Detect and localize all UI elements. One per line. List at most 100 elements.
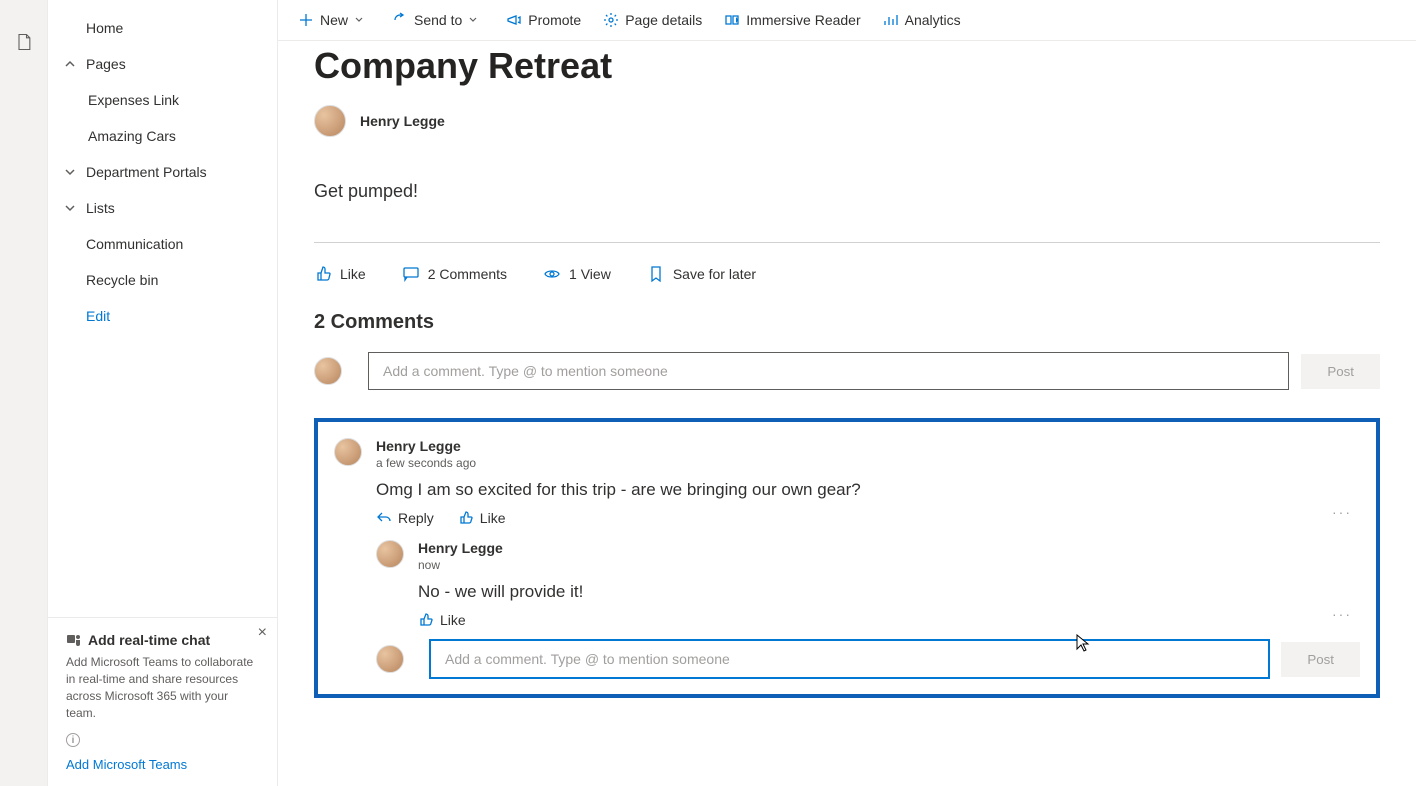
document-icon[interactable] <box>14 8 34 786</box>
nav-recycle-label: Recycle bin <box>86 272 158 288</box>
nav-edit[interactable]: Edit <box>48 298 277 334</box>
comment-text: No - we will provide it! <box>418 582 1360 602</box>
new-button[interactable]: New <box>288 6 380 34</box>
like-label: Like <box>440 612 466 628</box>
nav-sub-label: Amazing Cars <box>88 128 176 144</box>
comment-time: a few seconds ago <box>376 456 1360 470</box>
views-label: 1 View <box>569 266 611 282</box>
nav-home[interactable]: Home <box>48 10 277 46</box>
promote-button[interactable]: Promote <box>496 6 591 34</box>
chevron-down-icon <box>64 202 76 214</box>
page-stats-row: Like 2 Comments 1 View Save for later <box>314 265 1380 283</box>
promo-body: Add Microsoft Teams to collaborate in re… <box>66 654 259 721</box>
analytics-icon <box>883 12 899 28</box>
comments-count[interactable]: 2 Comments <box>402 265 507 283</box>
comments-thread-highlighted: Henry Legge a few seconds ago Omg I am s… <box>314 418 1380 698</box>
comment-time: now <box>418 558 1360 572</box>
comments-label: 2 Comments <box>428 266 507 282</box>
comment-input[interactable] <box>368 352 1289 390</box>
thumbs-up-icon <box>418 612 434 628</box>
current-user-avatar[interactable] <box>314 357 342 385</box>
comment-icon <box>402 265 420 283</box>
thumbs-up-icon <box>458 510 474 526</box>
close-icon[interactable]: × <box>258 624 267 642</box>
comment-more-icon[interactable]: ··· <box>1332 504 1352 520</box>
nav-list: Home Pages Expenses Link Amazing Cars De… <box>48 0 277 617</box>
promo-title: Add real-time chat <box>88 632 210 648</box>
reply-button[interactable]: Reply <box>376 510 434 526</box>
like-button[interactable]: Like <box>314 265 366 283</box>
nav-edit-label: Edit <box>86 308 110 324</box>
nav-pages-label: Pages <box>86 56 126 72</box>
app-rail <box>0 0 48 786</box>
nav-dept-label: Department Portals <box>86 164 207 180</box>
comment-more-icon[interactable]: ··· <box>1332 606 1352 622</box>
nav-home-label: Home <box>86 20 123 36</box>
comment-actions: Reply Like <box>376 510 1360 526</box>
immersive-reader-button[interactable]: Immersive Reader <box>714 6 870 34</box>
new-label: New <box>320 12 348 28</box>
author-avatar[interactable] <box>314 105 346 137</box>
nav-recycle-bin[interactable]: Recycle bin <box>48 262 277 298</box>
nav-pages[interactable]: Pages <box>48 46 277 82</box>
promo-header: Add real-time chat <box>66 632 259 648</box>
bookmark-icon <box>647 265 665 283</box>
reader-label: Immersive Reader <box>746 12 860 28</box>
comment-item: Henry Legge a few seconds ago Omg I am s… <box>334 438 1360 526</box>
nav-amazing-cars[interactable]: Amazing Cars <box>48 118 277 154</box>
nav-communication[interactable]: Communication <box>48 226 277 262</box>
author-name: Henry Legge <box>360 113 445 129</box>
comment-input-row: Post <box>314 352 1380 390</box>
like-label: Like <box>480 510 506 526</box>
nav-expenses-link[interactable]: Expenses Link <box>48 82 277 118</box>
reader-icon <box>724 12 740 28</box>
nav-dept-portals[interactable]: Department Portals <box>48 154 277 190</box>
send-to-button[interactable]: Send to <box>382 6 494 34</box>
teams-promo-card: × Add real-time chat Add Microsoft Teams… <box>48 617 277 786</box>
post-button[interactable]: Post <box>1301 354 1380 389</box>
page-title: Company Retreat <box>314 45 1380 87</box>
reply-input[interactable] <box>430 640 1269 678</box>
like-label: Like <box>340 266 366 282</box>
save-label: Save for later <box>673 266 756 282</box>
comment-like-button[interactable]: Like <box>418 612 466 628</box>
megaphone-icon <box>506 12 522 28</box>
comment-author: Henry Legge <box>418 540 1360 556</box>
chevron-down-icon <box>354 15 364 25</box>
page-author-row: Henry Legge <box>314 105 1380 137</box>
commenter-avatar[interactable] <box>376 540 404 568</box>
views-count[interactable]: 1 View <box>543 265 611 283</box>
divider <box>314 242 1380 243</box>
comments-header: 2 Comments <box>314 311 1380 334</box>
current-user-avatar[interactable] <box>376 645 404 673</box>
comment-author: Henry Legge <box>376 438 1360 454</box>
site-nav-sidebar: Home Pages Expenses Link Amazing Cars De… <box>48 0 278 786</box>
promo-add-teams-link[interactable]: Add Microsoft Teams <box>66 757 259 772</box>
comment-like-button[interactable]: Like <box>458 510 506 526</box>
comment-body: Henry Legge now No - we will provide it!… <box>418 540 1360 628</box>
save-for-later-button[interactable]: Save for later <box>647 265 756 283</box>
share-icon <box>392 12 408 28</box>
chevron-down-icon <box>64 166 76 178</box>
nav-lists-label: Lists <box>86 200 115 216</box>
nav-sub-label: Expenses Link <box>88 92 179 108</box>
reply-icon <box>376 510 392 526</box>
gear-icon <box>603 12 619 28</box>
analytics-label: Analytics <box>905 12 961 28</box>
nav-comm-label: Communication <box>86 236 183 252</box>
promote-label: Promote <box>528 12 581 28</box>
comment-actions: Like <box>418 612 1360 628</box>
analytics-button[interactable]: Analytics <box>873 6 971 34</box>
page-details-button[interactable]: Page details <box>593 6 712 34</box>
reply-post-button[interactable]: Post <box>1281 642 1360 677</box>
info-icon[interactable]: i <box>66 733 80 747</box>
reply-label: Reply <box>398 510 434 526</box>
page-body-text: Get pumped! <box>314 181 1380 202</box>
comment-text: Omg I am so excited for this trip - are … <box>376 480 1360 500</box>
reply-input-row: Post <box>376 640 1360 678</box>
nav-lists[interactable]: Lists <box>48 190 277 226</box>
page-content: Company Retreat Henry Legge Get pumped! … <box>278 41 1416 786</box>
plus-icon <box>298 12 314 28</box>
send-label: Send to <box>414 12 462 28</box>
commenter-avatar[interactable] <box>334 438 362 466</box>
